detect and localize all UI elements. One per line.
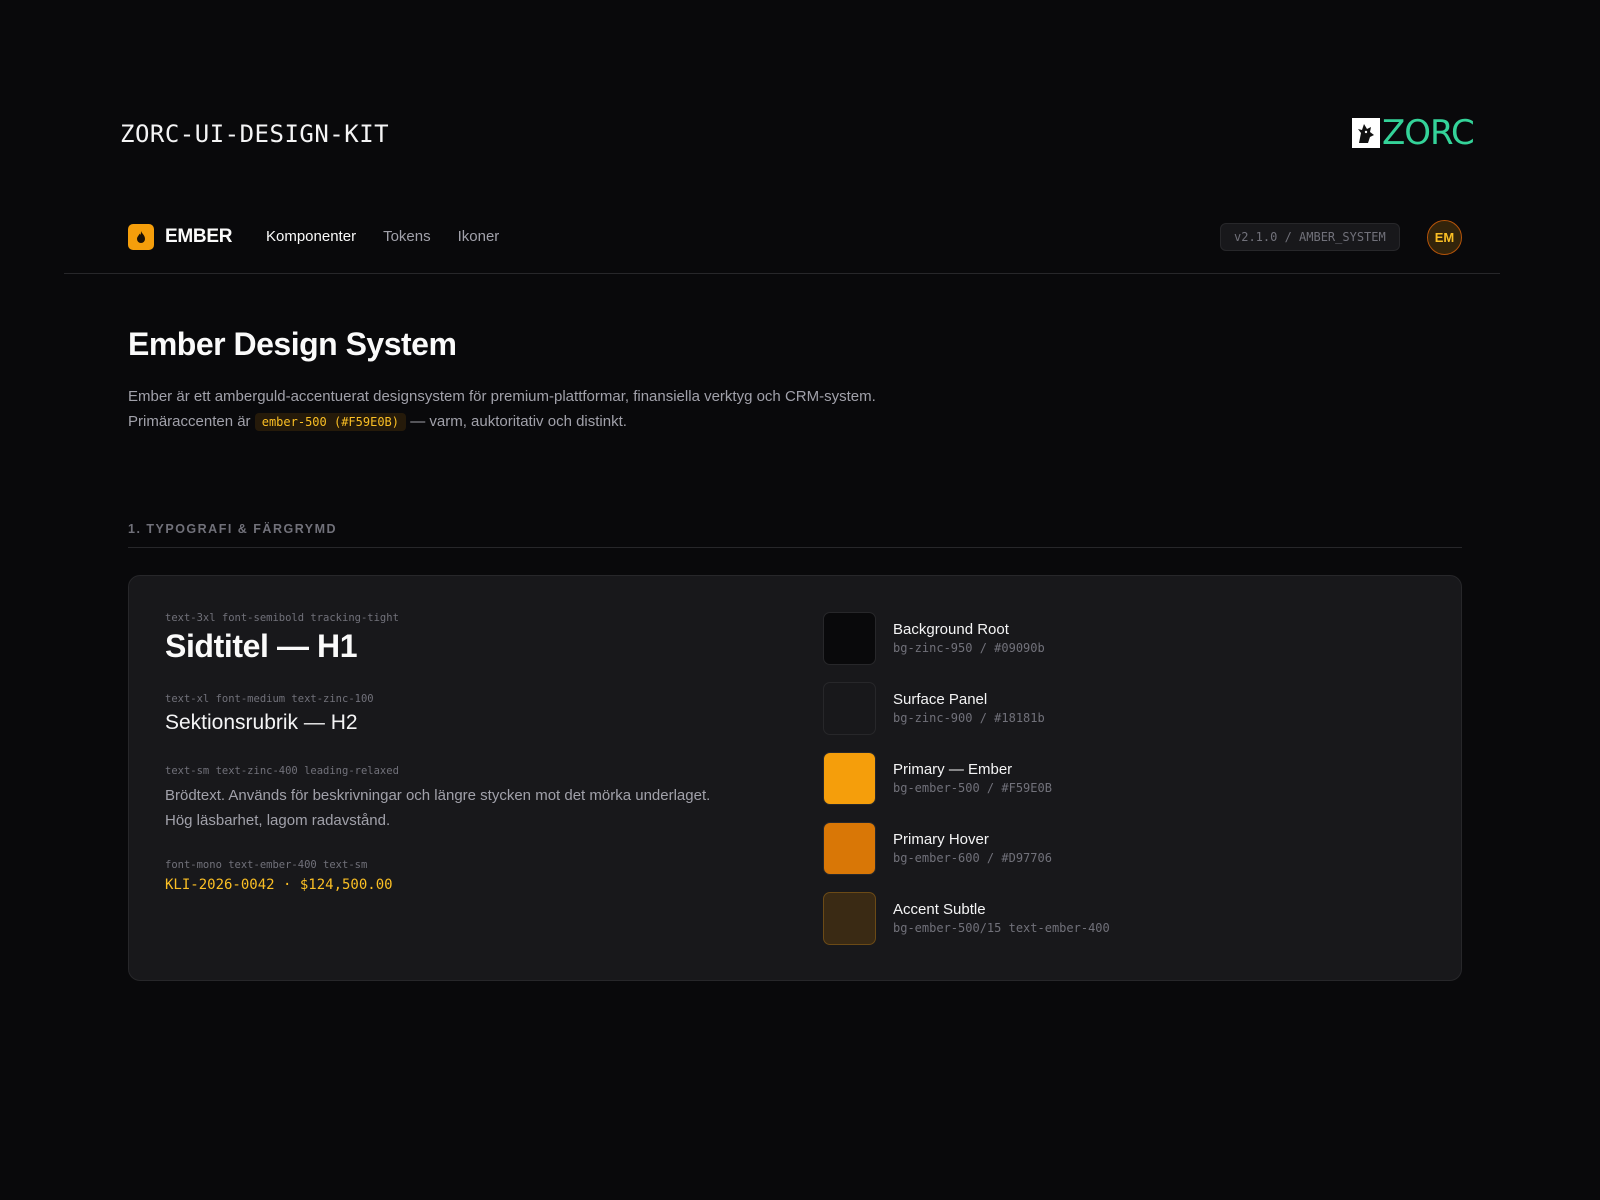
top-nav: EMBER Komponenter Tokens Ikoner v2.1.0 /…	[64, 208, 1500, 274]
h1-sample: Sidtitel — H1	[165, 628, 358, 664]
typography-column: text-3xl font-semibold tracking-tight Si…	[165, 612, 785, 893]
description-line-1: Ember är ett amberguld-accentuerat desig…	[128, 388, 876, 405]
description-suffix: — varm, auktoritativ och distinkt.	[410, 413, 627, 430]
nav-link-komponenter[interactable]: Komponenter	[266, 228, 356, 245]
primary-accent-code: ember-500 (#F59E0B)	[254, 413, 407, 431]
swatch-name: Surface Panel	[893, 691, 988, 708]
swatch-row: Accent Subtle bg-ember-500/15 text-ember…	[823, 891, 1423, 945]
swatch-accent-subtle	[823, 891, 876, 945]
avatar[interactable]: EM	[1427, 220, 1462, 255]
body-sample: Brödtext. Används för beskrivningar och …	[165, 783, 785, 833]
swatch-name: Background Root	[893, 621, 1009, 638]
page-description: Ember är ett amberguld-accentuerat desig…	[128, 384, 1028, 435]
swatch-surface-panel	[823, 681, 876, 735]
swatch-code: bg-ember-600 / #D97706	[893, 851, 1052, 865]
swatch-name: Primary Hover	[893, 831, 989, 848]
wolf-icon	[1352, 118, 1380, 148]
nav-links: Komponenter Tokens Ikoner	[266, 228, 499, 245]
nav-link-tokens[interactable]: Tokens	[383, 228, 431, 245]
swatch-code: bg-zinc-950 / #09090b	[893, 641, 1045, 655]
version-badge: v2.1.0 / AMBER_SYSTEM	[1220, 223, 1400, 251]
body-line-1: Brödtext. Används för beskrivningar och …	[165, 787, 711, 804]
swatch-background-root	[823, 611, 876, 665]
body-hint: text-sm text-zinc-400 leading-relaxed	[165, 765, 399, 777]
kit-title: ZORC-UI-DESIGN-KIT	[120, 120, 390, 148]
description-line-2: Primäraccenten är ember-500 (#F59E0B) — …	[128, 409, 1028, 435]
page-title: Ember Design System	[128, 326, 457, 362]
h1-hint: text-3xl font-semibold tracking-tight	[165, 612, 399, 624]
h2-hint: text-xl font-medium text-zinc-100	[165, 693, 374, 705]
description-prefix: Primäraccenten är	[128, 413, 251, 430]
zorc-wordmark: ZORC	[1382, 113, 1475, 153]
mono-sample: KLI-2026-0042 · $124,500.00	[165, 877, 393, 893]
swatch-code: bg-ember-500/15 text-ember-400	[893, 921, 1110, 935]
swatch-name: Accent Subtle	[893, 901, 986, 918]
swatch-primary-hover	[823, 821, 876, 875]
swatch-name: Primary — Ember	[893, 761, 1013, 778]
body-line-2: Hög läsbarhet, lagom radavstånd.	[165, 812, 391, 829]
brand-name: EMBER	[165, 226, 233, 247]
typography-color-panel: text-3xl font-semibold tracking-tight Si…	[128, 575, 1462, 981]
swatch-code: bg-zinc-900 / #18181b	[893, 711, 1045, 725]
brand[interactable]: EMBER	[128, 224, 232, 250]
swatch-row: Surface Panel bg-zinc-900 / #18181b	[823, 681, 1423, 735]
h2-sample: Sektionsrubrik — H2	[165, 711, 358, 734]
swatch-primary-ember	[823, 751, 876, 805]
color-swatches: Background Root bg-zinc-950 / #09090b Su…	[823, 611, 1423, 962]
section-heading: 1. TYPOGRAFI & FÄRGRYMD	[128, 522, 1462, 548]
swatch-row: Primary Hover bg-ember-600 / #D97706	[823, 821, 1423, 875]
zorc-logo: ZORC	[1352, 113, 1475, 153]
nav-link-ikoner[interactable]: Ikoner	[458, 228, 500, 245]
mono-hint: font-mono text-ember-400 text-sm	[165, 859, 368, 871]
swatch-row: Primary — Ember bg-ember-500 / #F59E0B	[823, 751, 1423, 805]
flame-icon	[128, 224, 154, 250]
swatch-code: bg-ember-500 / #F59E0B	[893, 781, 1052, 795]
swatch-row: Background Root bg-zinc-950 / #09090b	[823, 611, 1423, 665]
